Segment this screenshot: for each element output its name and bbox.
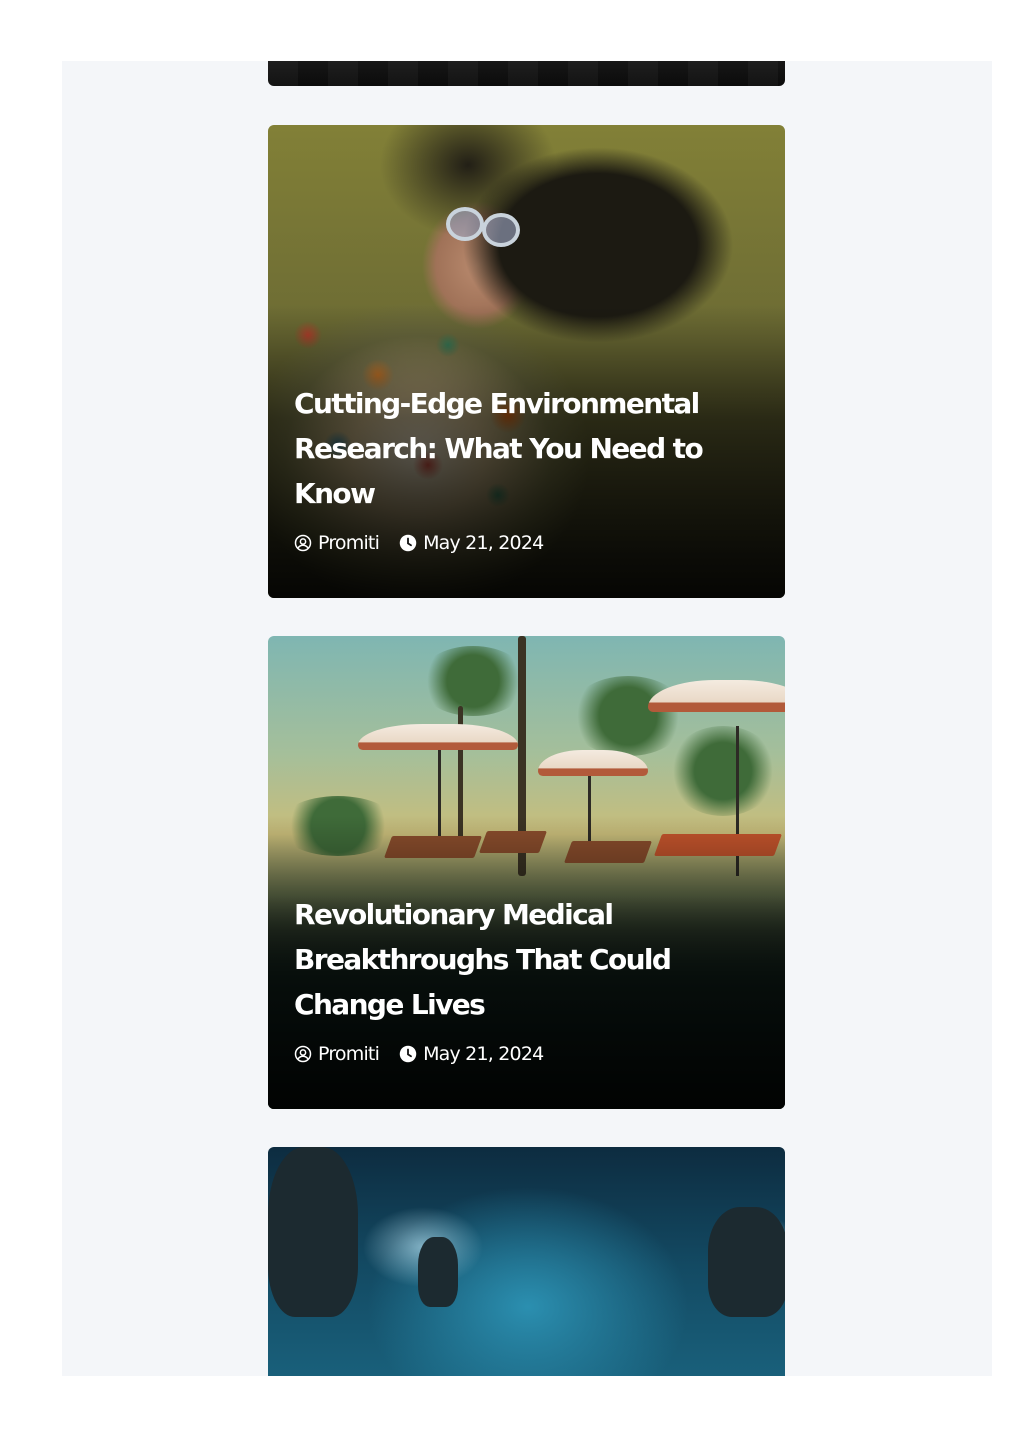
post-date-text: May 21, 2024 [423,532,544,554]
post-list-panel: Cutting-Edge Environmental Research: Wha… [62,61,992,1376]
post-thumbnail-image[interactable] [268,1147,785,1376]
post-meta: Promiti May 21, 2024 [294,1043,759,1065]
image-detail-diver [418,1237,458,1307]
post-thumbnail-image[interactable] [268,61,785,86]
post-author[interactable]: Promiti [294,532,380,554]
post-date-text: May 21, 2024 [423,1043,544,1065]
post-card[interactable]: Revolutionary Medical Breakthroughs That… [268,636,785,1109]
post-title-link[interactable]: Cutting-Edge Environmental Research: Wha… [294,381,759,516]
post-card-partial-top[interactable] [268,61,785,86]
post-card-content: Revolutionary Medical Breakthroughs That… [294,892,759,1065]
post-card-partial-bottom[interactable] [268,1147,785,1376]
post-author-name[interactable]: Promiti [318,532,380,554]
post-card-content: Cutting-Edge Environmental Research: Wha… [294,381,759,554]
image-detail-diver [708,1207,785,1317]
user-circle-icon [294,534,312,552]
post-date: May 21, 2024 [399,1043,544,1065]
post-card[interactable]: Cutting-Edge Environmental Research: Wha… [268,125,785,598]
clock-icon [399,534,417,552]
image-detail-diver [268,1147,358,1317]
clock-icon [399,1045,417,1063]
post-date: May 21, 2024 [399,532,544,554]
post-author-name[interactable]: Promiti [318,1043,380,1065]
user-circle-icon [294,1045,312,1063]
post-meta: Promiti May 21, 2024 [294,532,759,554]
post-title-link[interactable]: Revolutionary Medical Breakthroughs That… [294,892,759,1027]
post-author[interactable]: Promiti [294,1043,380,1065]
